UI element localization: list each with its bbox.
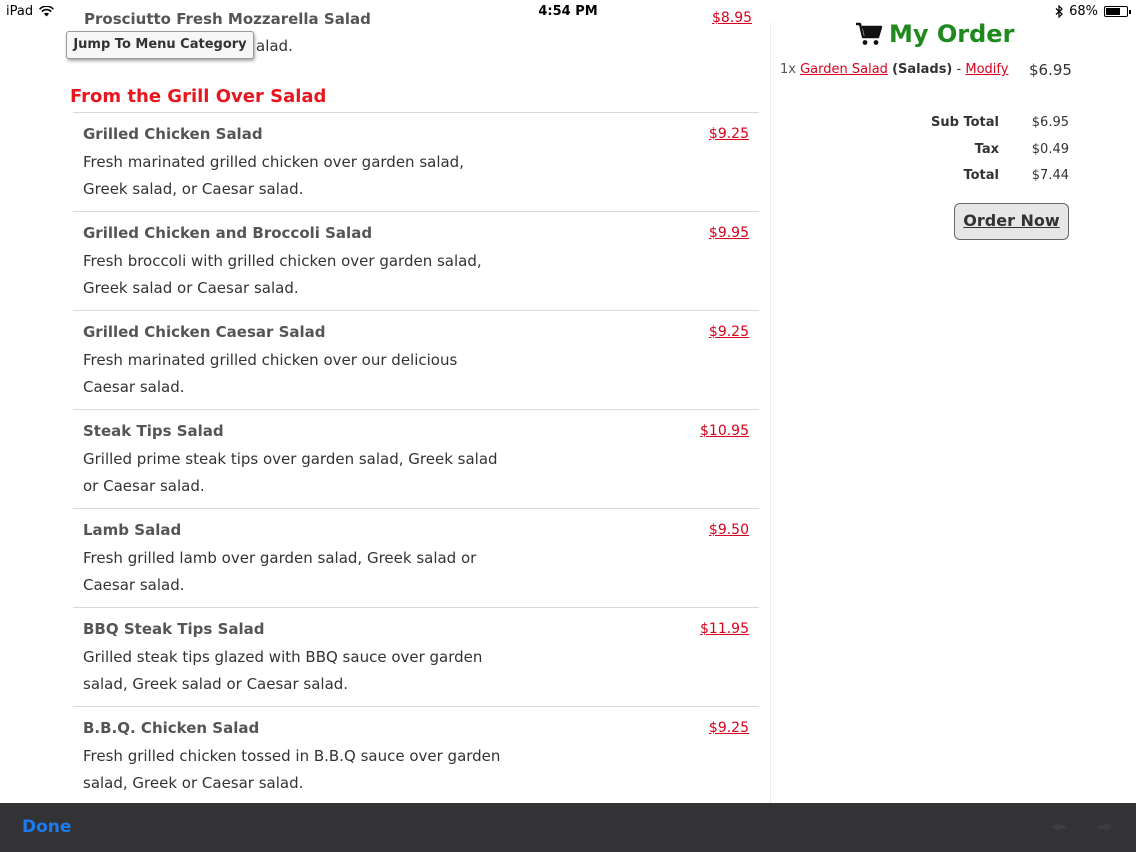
menu-item-name[interactable]: Lamb Salad <box>83 521 181 539</box>
order-title: My Order <box>889 20 1015 48</box>
menu-item-desc: Fresh grilled chicken tossed in B.B.Q sa… <box>83 747 501 792</box>
menu-item[interactable]: BBQ Steak Tips Salad $11.95 Grilled stea… <box>73 607 759 706</box>
menu-item-desc: Fresh broccoli with grilled chicken over… <box>83 252 482 297</box>
tax-value: $0.49 <box>1031 141 1069 157</box>
menu-item[interactable]: B.B.Q. Chicken Salad $9.25 Fresh grilled… <box>73 706 759 803</box>
menu-item[interactable]: Steak Tips Salad $10.95 Grilled prime st… <box>73 409 759 508</box>
menu-item-price[interactable]: $10.95 <box>700 423 749 439</box>
menu-item-desc: Fresh marinated grilled chicken over gar… <box>83 153 464 198</box>
order-header: My Order <box>855 20 1014 48</box>
order-line-price: $6.95 <box>1029 61 1072 79</box>
order-panel: My Order 1x Garden Salad (Salads) - Modi… <box>771 0 1136 803</box>
menu-item-desc: Fresh marinated grilled chicken over our… <box>83 351 458 396</box>
menu-item-name[interactable]: B.B.Q. Chicken Salad <box>83 719 259 737</box>
order-line-item: 1x Garden Salad (Salads) - Modify <box>780 62 1070 77</box>
menu-list: Grilled Chicken Salad $9.25 Fresh marina… <box>73 112 759 803</box>
order-line-item-link[interactable]: Garden Salad <box>800 62 888 77</box>
menu-item-price[interactable]: $11.95 <box>700 621 749 637</box>
order-line-category: (Salads) <box>892 62 953 77</box>
subtotal-label: Sub Total <box>931 115 999 130</box>
total-label: Total <box>963 168 999 183</box>
menu-item-price[interactable]: $9.25 <box>709 126 749 142</box>
tax-label: Tax <box>974 141 999 157</box>
previous-item-name[interactable]: Prosciutto Fresh Mozzarella Salad <box>84 10 371 28</box>
menu-item[interactable]: Grilled Chicken Salad $9.25 Fresh marina… <box>73 112 759 211</box>
cart-icon <box>856 22 883 45</box>
jump-to-category-button[interactable]: Jump To Menu Category <box>66 31 254 59</box>
menu-item[interactable]: Grilled Chicken and Broccoli Salad $9.95… <box>73 211 759 310</box>
order-now-button[interactable]: Order Now <box>954 203 1069 240</box>
menu-item-name[interactable]: Steak Tips Salad <box>83 422 224 440</box>
order-line-qty: 1x <box>780 62 796 77</box>
menu-item-price[interactable]: $9.50 <box>709 522 749 538</box>
order-line-separator: - <box>956 62 962 77</box>
menu-item-name[interactable]: Grilled Chicken Salad <box>83 125 263 143</box>
previous-item-price[interactable]: $8.95 <box>712 10 752 26</box>
menu-item-desc: Fresh grilled lamb over garden salad, Gr… <box>83 549 477 594</box>
menu-item-desc: Grilled steak tips glazed with BBQ sauce… <box>83 648 483 693</box>
modify-link[interactable]: Modify <box>965 62 1008 77</box>
menu-item-name[interactable]: BBQ Steak Tips Salad <box>83 620 265 638</box>
done-button[interactable]: Done <box>22 817 71 837</box>
next-arrow-icon[interactable] <box>1098 821 1112 833</box>
menu-item-desc: Grilled prime steak tips over garden sal… <box>83 450 498 495</box>
previous-item-desc: alad. <box>256 37 293 55</box>
menu-item[interactable]: Lamb Salad $9.50 Fresh grilled lamb over… <box>73 508 759 607</box>
bottom-toolbar: Done <box>0 803 1136 852</box>
subtotal-value: $6.95 <box>1031 115 1069 130</box>
menu-item-price[interactable]: $9.25 <box>709 720 749 736</box>
menu-panel: Prosciutto Fresh Mozzarella Salad $8.95 … <box>0 0 770 803</box>
menu-item-price[interactable]: $9.25 <box>709 324 749 340</box>
menu-item-name[interactable]: Grilled Chicken and Broccoli Salad <box>83 224 372 242</box>
prev-arrow-icon[interactable] <box>1052 821 1066 833</box>
category-title: From the Grill Over Salad <box>70 86 327 107</box>
order-totals: Sub Total $6.95 Tax $0.49 Total $7.44 <box>901 115 1071 195</box>
menu-item-price[interactable]: $9.95 <box>709 225 749 241</box>
menu-item[interactable]: Grilled Chicken Caesar Salad $9.25 Fresh… <box>73 310 759 409</box>
menu-item-name[interactable]: Grilled Chicken Caesar Salad <box>83 323 326 341</box>
total-value: $7.44 <box>1031 168 1069 183</box>
